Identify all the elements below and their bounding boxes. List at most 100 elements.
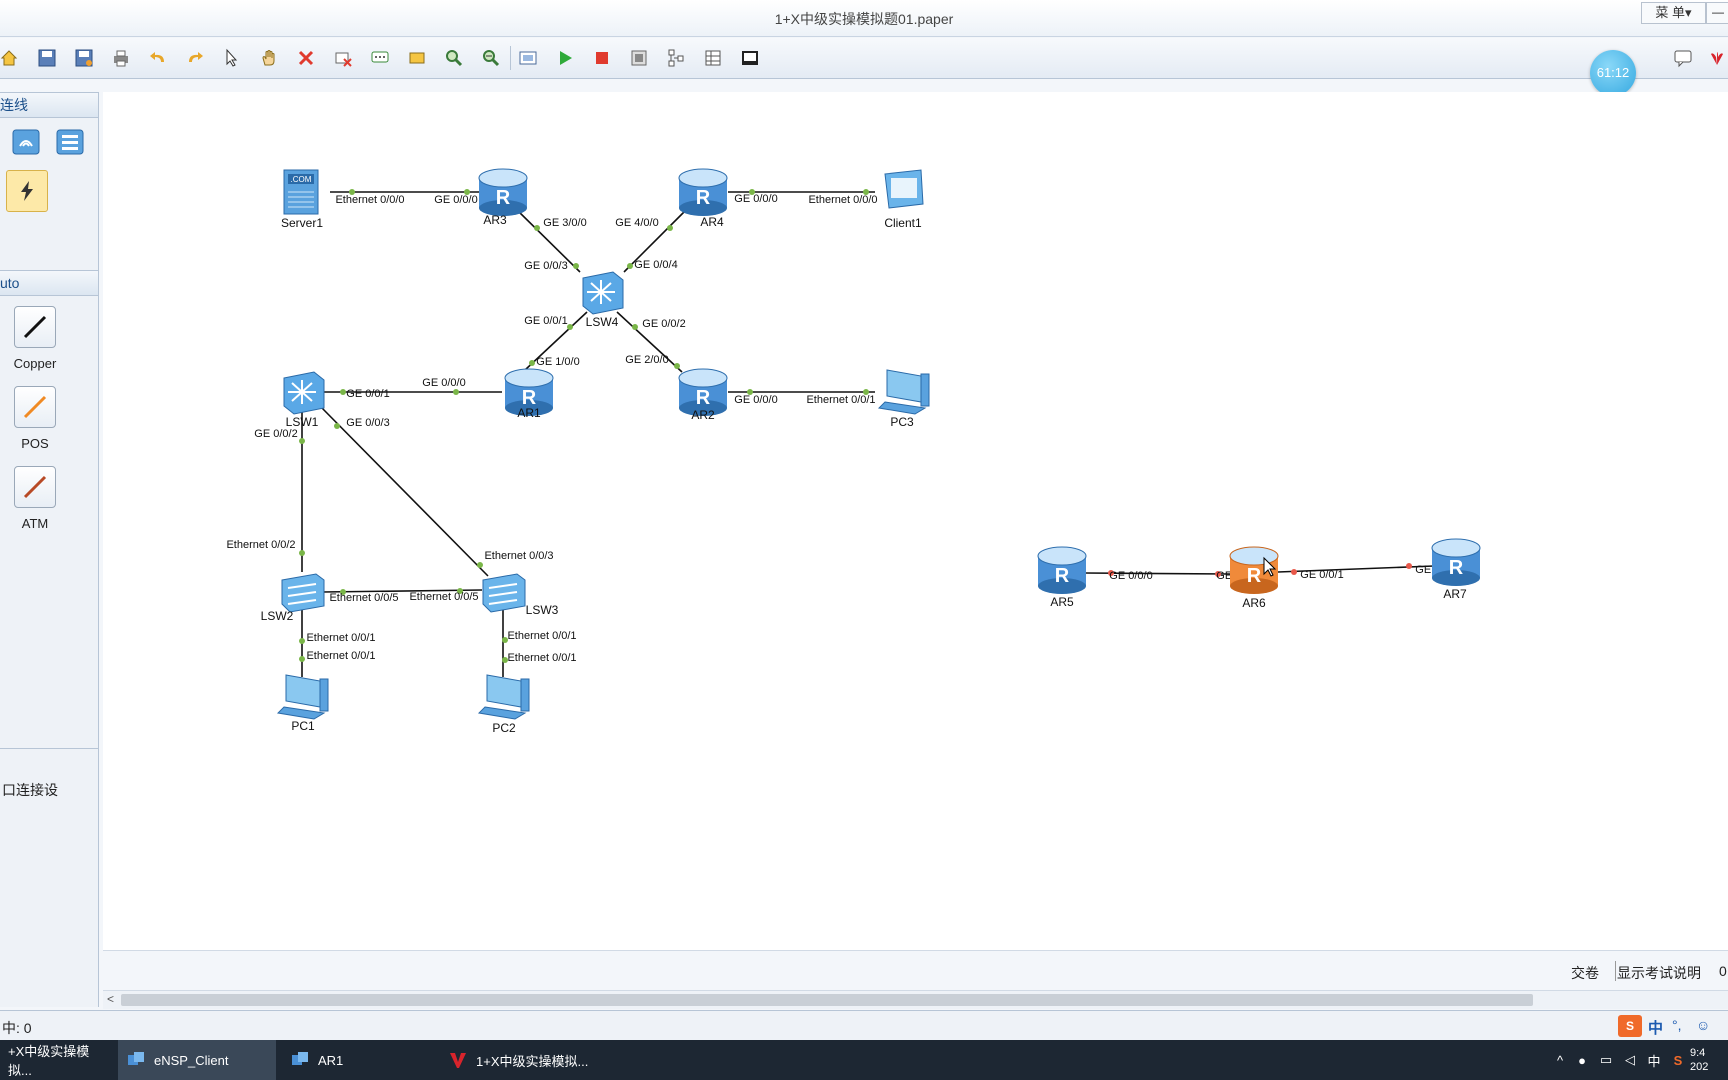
stop-icon[interactable]: [589, 45, 615, 71]
device-ar4[interactable]: R: [678, 168, 728, 216]
sogou-tray-icon[interactable]: S: [1666, 1053, 1690, 1068]
device-label: PC1: [291, 719, 315, 733]
taskbar-item-exam[interactable]: 1+X中级实操模拟...: [440, 1040, 600, 1080]
show-instructions-button[interactable]: 显示考试说明: [1617, 963, 1701, 983]
topology-canvas[interactable]: Ethernet 0/0/0 GE 0/0/0 GE 3/0/0 GE 0/0/3 GE…: [103, 92, 1728, 950]
port-label: Ethernet 0/0/1: [306, 632, 375, 644]
capture-icon[interactable]: [626, 45, 652, 71]
atm-cable-icon[interactable]: [14, 466, 56, 508]
device-pc2[interactable]: [477, 674, 530, 720]
taskbar-item-paper[interactable]: +X中级实操模拟...: [0, 1040, 112, 1080]
redo-icon[interactable]: [182, 45, 208, 71]
volume-icon[interactable]: ◁: [1618, 1052, 1642, 1068]
device-pc1[interactable]: [276, 674, 329, 720]
rectangle-icon[interactable]: [404, 45, 430, 71]
scroll-left-icon[interactable]: <: [107, 992, 114, 1006]
grid-icon[interactable]: [700, 45, 726, 71]
tray-ime-text[interactable]: 中: [1642, 1051, 1666, 1070]
clear-icon[interactable]: [330, 45, 356, 71]
device-server1[interactable]: .COM: [283, 169, 319, 215]
hand-icon[interactable]: [256, 45, 282, 71]
ensp-icon: [126, 1050, 146, 1070]
device-label: AR5: [1050, 595, 1074, 609]
device-ar3[interactable]: R: [478, 168, 528, 216]
text-icon[interactable]: [367, 45, 393, 71]
port-label: GE 0/0/0: [1109, 570, 1152, 582]
scrollbar-thumb[interactable]: [121, 994, 1533, 1006]
taskbar-item-ensp[interactable]: eNSP_Client: [118, 1040, 276, 1080]
comment-icon[interactable]: [1670, 45, 1696, 71]
device-label: AR1: [517, 406, 541, 420]
ime-mode-text[interactable]: 中: [1648, 1017, 1663, 1038]
device-list-icon[interactable]: [50, 122, 90, 162]
microphone-icon[interactable]: ●: [1570, 1053, 1594, 1068]
huawei-icon: [1704, 45, 1728, 71]
sogou-ime-icon[interactable]: S: [1618, 1015, 1642, 1037]
print-icon[interactable]: [108, 45, 134, 71]
topology-svg[interactable]: Ethernet 0/0/0 GE 0/0/0 GE 3/0/0 GE 0/0/3 GE…: [103, 92, 1728, 950]
port-status-dot: [573, 263, 579, 269]
fit-icon[interactable]: [515, 45, 541, 71]
emoji-icon[interactable]: ☺: [1696, 1017, 1710, 1033]
port-status-dot: [453, 389, 459, 395]
device-ar7[interactable]: R: [1431, 538, 1481, 586]
tray-expand-icon[interactable]: ^: [1550, 1053, 1570, 1068]
device-lsw2[interactable]: [281, 573, 325, 613]
svg-text:R: R: [696, 187, 711, 209]
port-label: Ethernet 0/0/1: [306, 650, 375, 662]
wireless-device-icon[interactable]: [6, 122, 46, 162]
svg-text:R: R: [1449, 557, 1464, 579]
zoom-out-icon[interactable]: [478, 45, 504, 71]
main-toolbar: [0, 38, 1728, 79]
save-icon[interactable]: [34, 45, 60, 71]
device-label: LSW2: [261, 609, 294, 623]
port-label: GE 4/0/0: [615, 217, 658, 229]
device-pc3[interactable]: [877, 369, 930, 415]
network-icon[interactable]: ▭: [1594, 1052, 1618, 1068]
device-client1[interactable]: [884, 169, 924, 209]
copper-cable-icon[interactable]: [14, 306, 56, 348]
submit-exam-button[interactable]: 交卷: [1571, 963, 1599, 983]
pos-cable-label: POS: [21, 436, 49, 451]
port-status-dot: [534, 225, 540, 231]
sidebar-section-links-title: 连线: [0, 97, 28, 113]
zoom-in-icon[interactable]: [441, 45, 467, 71]
taskbar-item-ar1[interactable]: AR1: [282, 1040, 432, 1080]
exam-footer: 交卷 显示考试说明 0: [103, 950, 1728, 991]
taskbar-item-ensp-label: eNSP_Client: [154, 1052, 229, 1068]
topology-icon[interactable]: [663, 45, 689, 71]
device-label: AR3: [483, 213, 507, 227]
port-status-dot: [299, 638, 305, 644]
home-icon[interactable]: [0, 45, 22, 71]
port-status-dot: [477, 562, 483, 568]
device-lsw3[interactable]: [482, 573, 526, 613]
ime-punct-text[interactable]: °,: [1672, 1017, 1682, 1033]
port-label: GE 1/0/0: [536, 356, 579, 368]
device-ar5[interactable]: R: [1037, 546, 1087, 594]
clock-time: 9:4: [1690, 1047, 1706, 1059]
terminal-icon[interactable]: [737, 45, 763, 71]
port-label: Ethernet 0/0/1: [507, 652, 576, 664]
menu-button[interactable]: 菜 单▾: [1641, 2, 1706, 24]
port-label: Ethernet 0/0/1: [507, 630, 576, 642]
undo-icon[interactable]: [145, 45, 171, 71]
port-status-dot: [299, 656, 305, 662]
start-icon[interactable]: [552, 45, 578, 71]
port-label: GE 0/0/0: [422, 377, 465, 389]
device-label: AR4: [700, 215, 724, 229]
device-lsw4[interactable]: [582, 271, 624, 315]
minimize-button[interactable]: —: [1706, 2, 1728, 24]
port-label: Ethernet 0/0/5: [329, 592, 398, 604]
clock[interactable]: 9:4 202: [1690, 1046, 1718, 1074]
port-label: Ethernet 0/0/0: [808, 194, 877, 206]
select-icon[interactable]: [219, 45, 245, 71]
pos-cable-icon[interactable]: [14, 386, 56, 428]
auto-connect-icon[interactable]: [6, 170, 48, 212]
horizontal-scrollbar[interactable]: <: [103, 990, 1728, 1009]
exam-app-icon: [448, 1050, 468, 1070]
sidebar-divider: [0, 748, 98, 749]
save-as-icon[interactable]: [71, 45, 97, 71]
device-lsw1[interactable]: [283, 371, 325, 415]
svg-text:R: R: [1055, 565, 1070, 587]
delete-icon[interactable]: [293, 45, 319, 71]
